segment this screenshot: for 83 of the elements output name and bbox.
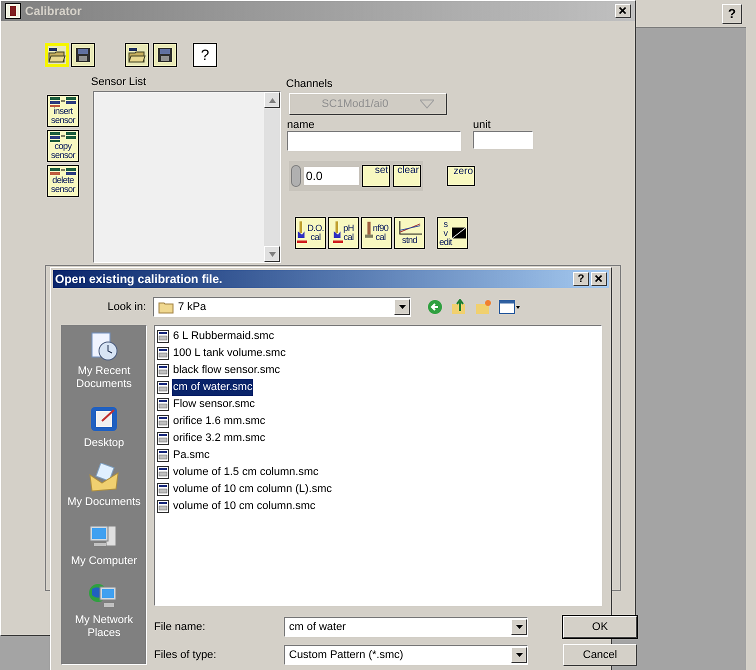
file-icon [157, 466, 169, 479]
sensor-button[interactable]: delete sensor [47, 165, 79, 197]
place-button[interactable]: My Computer [64, 522, 144, 568]
view-menu-icon[interactable] [499, 300, 521, 314]
ramp-icon [452, 227, 466, 239]
back-icon[interactable] [427, 299, 443, 315]
file-item[interactable]: Pa.smc [172, 447, 211, 464]
ok-button[interactable]: OK [563, 616, 637, 638]
close-button[interactable] [615, 4, 631, 18]
scroll-up-icon[interactable] [264, 92, 280, 108]
file-item[interactable]: Flow sensor.smc [172, 396, 256, 413]
sensor-button[interactable]: insert sensor [47, 95, 79, 127]
file-icon [157, 330, 169, 343]
file-icon [157, 347, 169, 360]
zero-button[interactable]: zero [447, 166, 475, 186]
folder-icon [158, 300, 174, 314]
calibration-button[interactable]: s v edit [437, 217, 468, 249]
place-button[interactable]: Desktop [64, 404, 144, 450]
file-type-combo[interactable]: Custom Pattern (*.smc) [284, 645, 528, 665]
file-item[interactable]: orifice 3.2 mm.smc [172, 430, 266, 447]
calibration-button[interactable]: nf90 cal [361, 217, 392, 249]
file-item[interactable]: 6 L Rubbermaid.smc [172, 328, 276, 345]
field-label: File name: [154, 620, 206, 635]
file-icon [157, 364, 169, 377]
scrollbar[interactable] [264, 92, 280, 262]
file-icon [157, 449, 169, 462]
bars-arrow-icon [49, 132, 77, 142]
open-button[interactable] [125, 43, 149, 67]
place-button[interactable]: My Documents [64, 463, 144, 509]
field-label: Channels [286, 77, 332, 92]
file-item[interactable]: cm of water.smc [172, 379, 254, 396]
file-name-field[interactable]: cm of water [284, 617, 528, 637]
bars-arrow-icon [49, 168, 77, 176]
file-item[interactable]: volume of 1.5 cm column.smc [172, 464, 320, 481]
folder-icon [48, 47, 66, 63]
up-folder-icon[interactable] [451, 299, 467, 315]
point-button[interactable]: clear [393, 165, 421, 187]
field-label: name [287, 118, 315, 133]
file-item[interactable]: 100 L tank volume.smc [172, 345, 287, 362]
calibration-button[interactable]: pH cal [328, 217, 359, 249]
file-item[interactable]: volume of 10 cm column.smc [172, 498, 316, 515]
scroll-down-icon[interactable] [264, 246, 280, 262]
help-button[interactable]: ? [573, 272, 589, 286]
file-icon [157, 415, 169, 428]
look-in-combo[interactable]: 7 kPa [153, 297, 411, 317]
folder-icon [128, 47, 146, 63]
file-icon [157, 483, 169, 496]
place-button[interactable]: My Network Places [64, 581, 144, 640]
sensor-button[interactable]: copy sensor [47, 130, 79, 162]
field-label: Look in: [106, 300, 146, 315]
cancel-button[interactable]: Cancel [563, 644, 637, 666]
probe-icon [333, 220, 344, 246]
bars-arrow-icon [49, 97, 77, 107]
file-icon [157, 500, 169, 513]
help-button[interactable]: ? [193, 43, 217, 67]
calibration-button[interactable]: D.O. cal [295, 217, 326, 249]
file-item[interactable]: volume of 10 cm column (L).smc [172, 481, 333, 498]
probe-icon [297, 220, 308, 246]
help-button[interactable]: ? [722, 4, 742, 24]
save-button[interactable] [71, 43, 95, 67]
file-list[interactable] [154, 325, 602, 606]
window-title: Open existing calibration file. [55, 271, 224, 288]
close-button[interactable] [591, 272, 607, 286]
app-icon [5, 3, 21, 19]
file-icon [157, 432, 169, 445]
window-title: Calibrator [25, 3, 83, 20]
line-graph-icon [398, 221, 422, 236]
file-icon [157, 398, 169, 411]
place-button[interactable]: My Recent Documents [64, 332, 144, 391]
field-label: unit [473, 118, 491, 133]
field-label: Sensor List [91, 75, 146, 90]
file-item[interactable]: orifice 1.6 mm.smc [172, 413, 266, 430]
field-label: Files of type: [154, 648, 218, 663]
file-icon [157, 381, 169, 394]
unit-field[interactable] [473, 131, 533, 149]
desktop-icon [88, 404, 120, 434]
save-button[interactable] [153, 43, 177, 67]
calibration-button[interactable]: stnd [394, 217, 425, 249]
point-button[interactable]: set [362, 165, 390, 187]
folder-icon [88, 463, 120, 493]
name-field[interactable] [287, 131, 461, 151]
numeric-field[interactable]: 0.0 [304, 167, 360, 185]
file-item[interactable]: black flow sensor.smc [172, 362, 281, 379]
